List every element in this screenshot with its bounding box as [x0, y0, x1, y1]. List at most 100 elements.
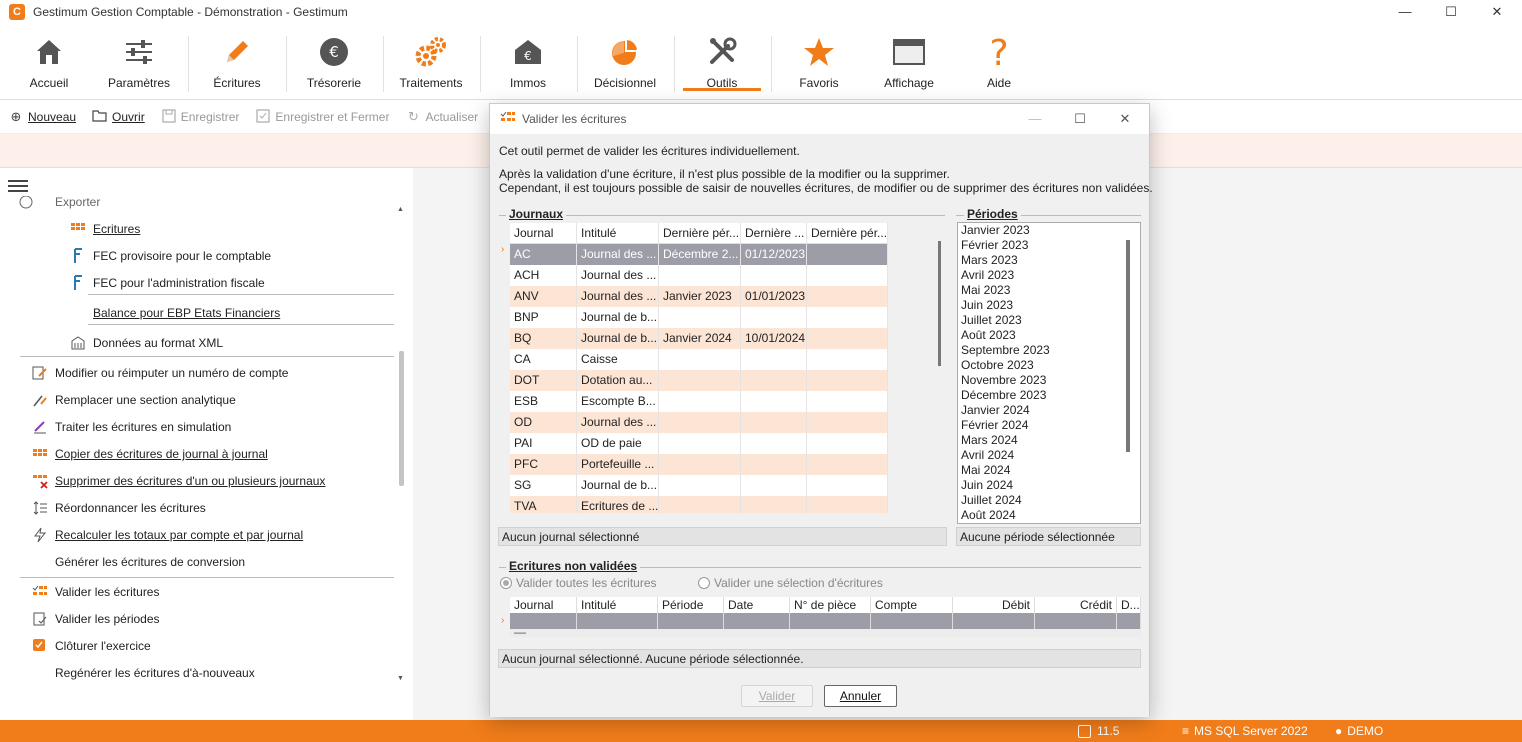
column-header[interactable]: D... [1117, 597, 1141, 613]
list-item[interactable]: Août 2023 [958, 328, 1140, 343]
traiter-simulation-item[interactable]: Traiter les écritures en simulation [31, 414, 231, 440]
table-row[interactable]: SG Journal de b... [510, 475, 888, 496]
radio-valider-selection[interactable]: Valider une sélection d'écritures [698, 576, 883, 590]
exporter-group-header[interactable]: Exporter [17, 196, 100, 215]
dialog-minimize-button[interactable]: — [1014, 107, 1056, 131]
generer-conversion-item[interactable]: Générer les écritures de conversion [31, 549, 245, 575]
cloturer-exercice-item[interactable]: Clôturer l'exercice [31, 633, 151, 659]
reordonnancer-item[interactable]: Réordonnancer les écritures [31, 495, 206, 521]
list-item[interactable]: Juillet 2024 [958, 493, 1140, 508]
periodes-list-scrollbar[interactable] [1126, 240, 1130, 452]
dialog-close-button[interactable]: ✕ [1104, 107, 1146, 131]
supprimer-ecritures-item[interactable]: Supprimer des écritures d'un ou plusieur… [31, 468, 325, 494]
list-item[interactable]: Août 2024 [958, 508, 1140, 523]
tab-outils[interactable]: Outils [673, 34, 771, 96]
list-item[interactable]: Mai 2024 [958, 463, 1140, 478]
list-item[interactable]: Juin 2024 [958, 478, 1140, 493]
left-menu-hamburger-icon[interactable] [8, 180, 28, 194]
tab-aide[interactable]: ? Aide [950, 34, 1048, 96]
modifier-numero-compte-item[interactable]: Modifier ou réimputer un numéro de compt… [31, 360, 288, 386]
tab-ecritures[interactable]: Écritures [188, 34, 286, 96]
column-header[interactable]: Journal [510, 223, 577, 244]
enregistrer-button[interactable]: Enregistrer [161, 109, 239, 125]
export-balance-ebp-item[interactable]: Balance pour EBP Etats Financiers [69, 300, 280, 326]
tools-panel-scrollbar[interactable]: ▲ ▼ [397, 206, 407, 682]
table-row[interactable]: OD Journal des ... [510, 412, 888, 433]
list-item[interactable]: Octobre 2023 [958, 358, 1140, 373]
scroll-down-arrow-icon[interactable]: ▼ [397, 675, 404, 682]
table-row[interactable]: CA Caisse [510, 349, 888, 370]
valider-ecritures-item[interactable]: Valider les écritures [31, 579, 159, 605]
table-row[interactable]: PFC Portefeuille ... [510, 454, 888, 475]
recalculer-totaux-item[interactable]: Recalculer les totaux par compte et par … [31, 522, 303, 548]
tab-decisionnel[interactable]: Décisionnel [576, 34, 674, 96]
column-header[interactable]: Dernière ... [741, 223, 807, 244]
regenerer-anouveaux-item[interactable]: Regénérer les écritures d'à-nouveaux [31, 660, 255, 686]
valider-button[interactable]: Valider [741, 685, 813, 707]
table-row[interactable]: BNP Journal de b... [510, 307, 888, 328]
list-item[interactable]: Juin 2023 [958, 298, 1140, 313]
tab-favoris[interactable]: Favoris [770, 34, 868, 96]
list-item[interactable]: Juillet 2023 [958, 313, 1140, 328]
export-xml-item[interactable]: Données au format XML [69, 330, 223, 356]
list-item[interactable]: Avril 2023 [958, 268, 1140, 283]
actualiser-button[interactable]: ↻ Actualiser [405, 109, 478, 125]
list-item[interactable]: Décembre 2023 [958, 388, 1140, 403]
list-item[interactable]: Septembre 2023 [958, 343, 1140, 358]
annuler-button[interactable]: Annuler [824, 685, 897, 707]
maximize-button[interactable]: ☐ [1428, 0, 1474, 24]
table-row[interactable]: PAI OD de paie [510, 433, 888, 454]
export-fec-administration-item[interactable]: FEC pour l'administration fiscale [69, 270, 265, 296]
scrollbar-thumb[interactable] [938, 241, 941, 366]
list-item[interactable]: Janvier 2023 [958, 223, 1140, 238]
list-item[interactable]: Janvier 2024 [958, 403, 1140, 418]
column-header[interactable]: N° de pièce [790, 597, 871, 613]
export-fec-provisoire-item[interactable]: FEC provisoire pour le comptable [69, 243, 271, 269]
nouveau-button[interactable]: ⊕ Nouveau [8, 109, 77, 125]
journaux-grid-scrollbar[interactable] [934, 237, 948, 527]
tab-immos[interactable]: € Immos [479, 34, 577, 96]
list-item[interactable]: Mai 2023 [958, 283, 1140, 298]
table-row[interactable]: ACH Journal des ... [510, 265, 888, 286]
tab-affichage[interactable]: Affichage [860, 34, 958, 96]
table-row[interactable]: ESB Escompte B... [510, 391, 888, 412]
tab-traitements[interactable]: Traitements [382, 34, 480, 96]
ouvrir-button[interactable]: Ouvrir [92, 109, 145, 125]
column-header[interactable]: Intitulé [577, 223, 659, 244]
enregistrer-fermer-button[interactable]: Enregistrer et Fermer [255, 109, 389, 125]
table-row[interactable]: TVA Ecritures de ... [510, 496, 888, 513]
table-row[interactable]: DOT Dotation au... [510, 370, 888, 391]
valider-periodes-item[interactable]: Valider les périodes [31, 606, 160, 632]
table-row[interactable] [510, 613, 1141, 629]
table-row[interactable]: AC Journal des ... Décembre 2... 01/12/2023 [510, 244, 888, 265]
list-item[interactable]: Avril 2024 [958, 448, 1140, 463]
list-item[interactable]: Novembre 2023 [958, 373, 1140, 388]
column-header[interactable]: Journal [510, 597, 577, 613]
column-header[interactable]: Dernière pér... [659, 223, 741, 244]
list-item[interactable]: Février 2023 [958, 238, 1140, 253]
column-header[interactable]: Dernière pér... [807, 223, 888, 244]
column-header[interactable]: Période [658, 597, 724, 613]
copier-ecritures-item[interactable]: Copier des écritures de journal à journa… [31, 441, 268, 467]
minimize-button[interactable]: — [1382, 0, 1428, 24]
close-button[interactable]: ✕ [1474, 0, 1520, 24]
column-header[interactable]: Débit [953, 597, 1035, 613]
radio-valider-toutes[interactable]: Valider toutes les écritures [500, 576, 657, 590]
remplacer-section-item[interactable]: Remplacer une section analytique [31, 387, 236, 413]
tab-parametres[interactable]: Paramètres [90, 34, 188, 96]
column-header[interactable]: Crédit [1035, 597, 1117, 613]
scroll-up-arrow-icon[interactable]: ▲ [397, 206, 404, 213]
list-item[interactable]: Février 2024 [958, 418, 1140, 433]
table-row[interactable]: ANV Journal des ... Janvier 2023 01/01/2023 [510, 286, 888, 307]
export-ecritures-item[interactable]: Ecritures [69, 216, 140, 242]
scrollbar-thumb[interactable] [399, 351, 404, 486]
tab-accueil[interactable]: Accueil [0, 34, 98, 96]
column-header[interactable]: Compte [871, 597, 953, 613]
tab-tresorerie[interactable]: € Trésorerie [285, 34, 383, 96]
list-item[interactable]: Mars 2024 [958, 433, 1140, 448]
dialog-maximize-button[interactable]: ☐ [1059, 107, 1101, 131]
list-item[interactable]: Mars 2023 [958, 253, 1140, 268]
table-row[interactable]: BQ Journal de b... Janvier 2024 10/01/2024 [510, 328, 888, 349]
column-header[interactable]: Intitulé [577, 597, 658, 613]
column-header[interactable]: Date [724, 597, 790, 613]
